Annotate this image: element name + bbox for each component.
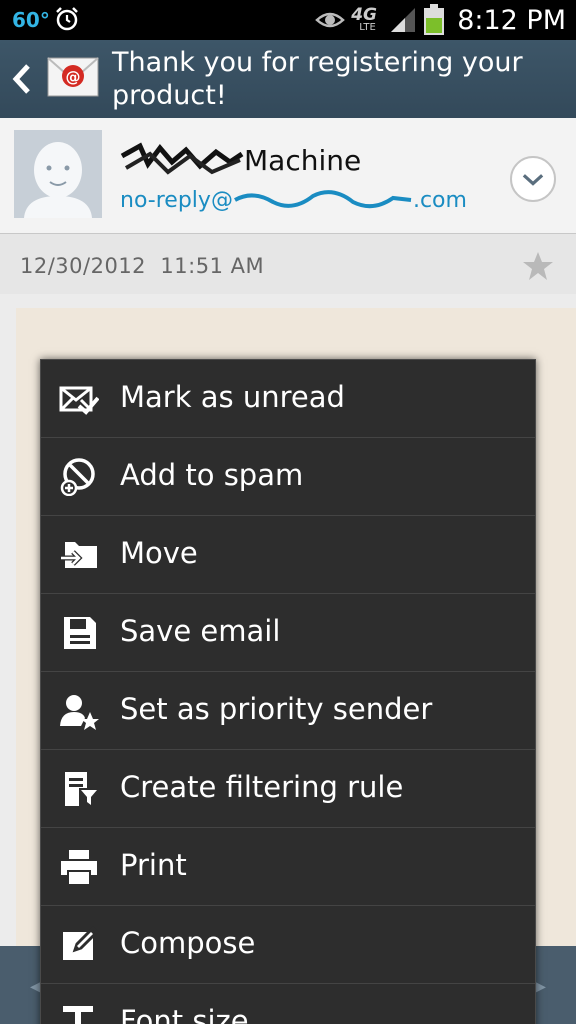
compose-icon — [63, 926, 99, 960]
sender-header: Machine no-reply@ .com — [0, 118, 576, 234]
sender-email-suffix: .com — [412, 188, 467, 213]
status-bar: 60° 4G LTE 8:12 PM — [0, 0, 576, 40]
network-indicator: 4G LTE — [351, 5, 383, 35]
signal-icon — [391, 8, 416, 32]
eye-icon — [315, 12, 346, 28]
font-size-icon — [63, 1006, 93, 1024]
menu-item-save-email[interactable]: Save email — [41, 594, 535, 672]
date-value: 12/30/2012 — [20, 254, 147, 278]
spam-icon — [60, 458, 95, 496]
menu-item-compose[interactable]: Compose — [41, 906, 535, 984]
sender-email-prefix: no-reply@ — [120, 188, 233, 213]
move-folder-icon — [61, 542, 97, 568]
star-icon[interactable] — [522, 250, 554, 282]
menu-item-priority-sender[interactable]: Set as priority sender — [41, 672, 535, 750]
email-subject: Thank you for registering your product! — [112, 47, 523, 111]
time-value: 11:51 AM — [160, 254, 265, 278]
email-app-icon[interactable]: @ — [46, 54, 100, 100]
clock: 8:12 PM — [457, 4, 566, 36]
menu-item-mark-as-unread[interactable]: Mark as unread — [41, 360, 535, 438]
menu-item-move[interactable]: Move — [41, 516, 535, 594]
menu-item-print[interactable]: Print — [41, 828, 535, 906]
priority-sender-icon — [60, 695, 99, 730]
print-icon — [61, 850, 97, 884]
svg-text:@: @ — [66, 68, 81, 86]
menu-item-label: Create filtering rule — [120, 770, 404, 804]
menu-item-label: Font size — [120, 1004, 249, 1024]
menu-item-label: Print — [120, 848, 187, 882]
network-subtype: LTE — [359, 22, 376, 33]
menu-item-label: Compose — [120, 926, 256, 960]
redaction-scribble — [120, 142, 244, 175]
expand-details-button[interactable] — [510, 156, 556, 202]
back-icon[interactable] — [10, 62, 34, 96]
menu-item-add-to-spam[interactable]: Add to spam — [41, 438, 535, 516]
menu-item-label: Add to spam — [120, 458, 304, 492]
menu-item-font-size[interactable]: Font size — [41, 984, 535, 1024]
temperature: 60° — [12, 8, 50, 32]
menu-item-label: Mark as unread — [120, 380, 345, 414]
received-date: 12/30/2012 11:51 AM — [20, 254, 264, 278]
mark-unread-icon — [59, 386, 99, 415]
menu-item-label: Move — [120, 536, 198, 570]
date-row: 12/30/2012 11:51 AM — [0, 234, 576, 294]
sender-name-text: Machine — [244, 144, 362, 177]
menu-item-create-filtering-rule[interactable]: Create filtering rule — [41, 750, 535, 828]
alarm-icon — [56, 7, 78, 31]
menu-item-label: Save email — [120, 614, 281, 648]
filter-rule-icon — [65, 772, 97, 806]
avatar[interactable] — [14, 130, 102, 218]
battery-icon — [424, 4, 445, 35]
menu-item-label: Set as priority sender — [120, 692, 433, 726]
save-icon — [64, 617, 96, 649]
redaction-scribble — [233, 190, 412, 209]
action-bar: @ Thank you for registering your product… — [0, 40, 576, 118]
sender-email[interactable]: no-reply@ .com — [120, 186, 467, 213]
sender-name: Machine — [120, 142, 361, 177]
options-menu: Mark as unread Add to spam Move Save ema… — [40, 359, 536, 1024]
